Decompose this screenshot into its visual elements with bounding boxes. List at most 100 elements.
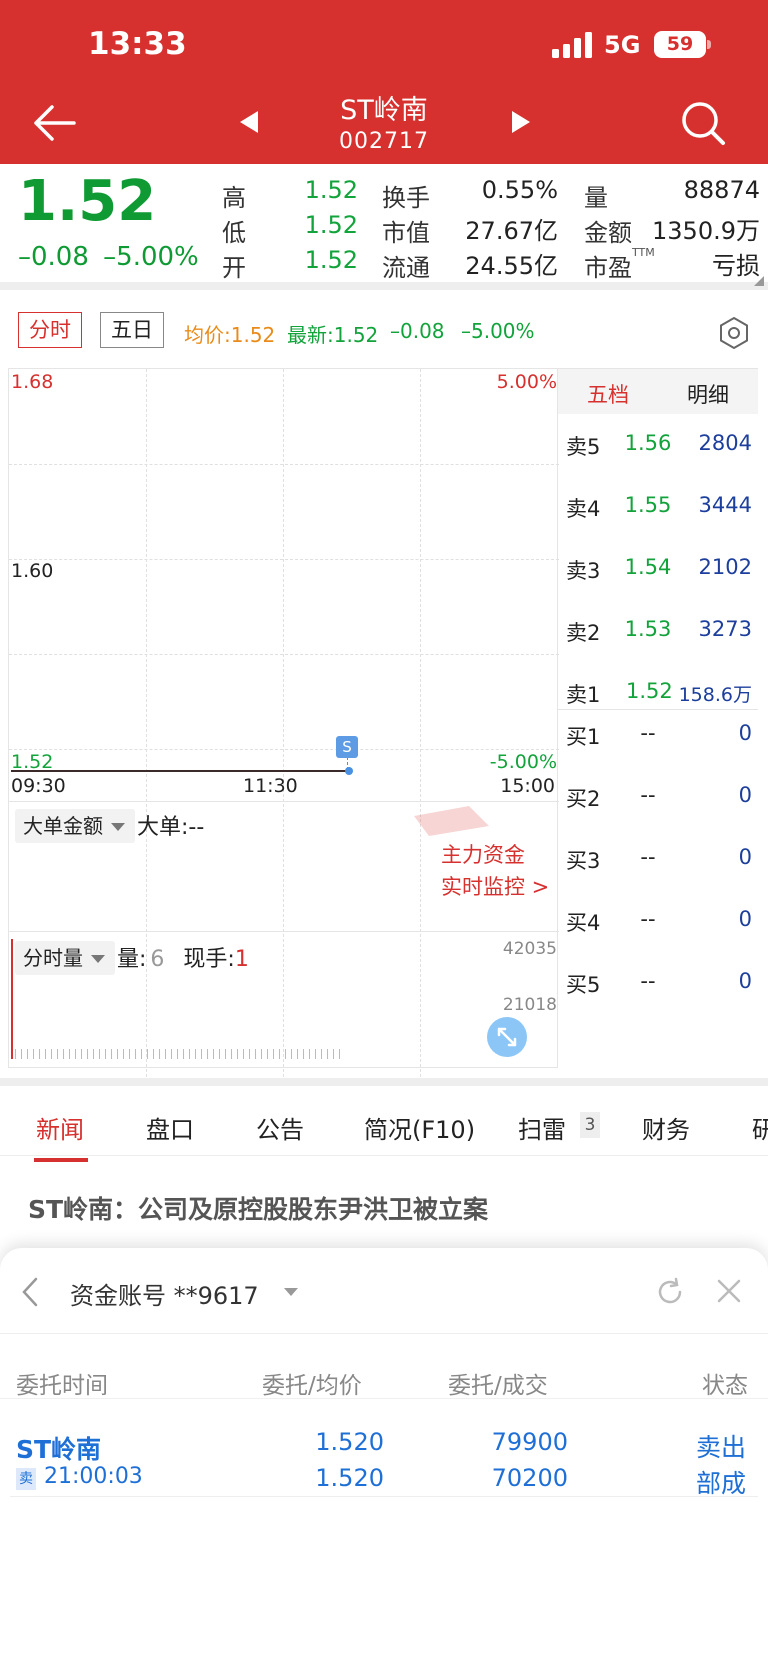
book-level: 卖3 [566,559,601,583]
grid-line [9,464,559,465]
tab-market[interactable]: 盘口 [146,1110,194,1145]
row-divider [0,1398,768,1399]
refresh-icon[interactable] [654,1276,686,1308]
next-stock-icon[interactable] [512,111,530,133]
megaphone-icon [414,806,489,836]
book-volume: 0 [738,721,752,745]
stat-value: 1.52 [304,211,358,239]
stat-value: 0.55% [481,176,558,204]
stock-code: 002717 [339,129,429,154]
book-volume: 3444 [698,493,752,517]
stat-label: 金额 [584,219,632,247]
prev-stock-icon[interactable] [240,111,258,133]
book-divider [558,709,758,710]
change-value: –0.08 [18,242,89,272]
stat-value: 1350.9万 [652,217,760,245]
book-level: 卖1 [566,683,601,707]
book-row: 卖5 1.56 2804 [558,431,758,471]
back-arrow-icon[interactable] [28,100,80,146]
fund-monitor-line2[interactable]: 实时监控 > [441,871,549,901]
book-volume: 0 [738,845,752,869]
quote-panel: 1.52 –0.08 –5.00% 高 1.52 低 1.52 开 1.52 换… [0,164,768,290]
book-price: 1.52 [626,679,673,703]
tab-five-level[interactable]: 五档 [558,379,658,409]
tab-five-day[interactable]: 五日 [100,312,164,348]
order-qty: 79900 [491,1428,568,1456]
chevron-left-icon[interactable] [20,1276,40,1308]
grid-line [9,749,559,750]
risk-scan-badge: 3 [580,1112,600,1138]
sell-marker[interactable]: S [336,736,358,758]
tab-news[interactable]: 新闻 [36,1110,84,1145]
book-tabs: 五档 明细 [558,369,758,414]
y-axis-top: 1.68 [11,371,54,393]
book-price: -- [640,969,656,993]
book-row: 买3 -- 0 [558,845,758,885]
stat-value: 1.52 [304,176,358,204]
book-level: 卖4 [566,497,601,521]
volume-info: 量: 6 现手:1 [117,941,249,973]
order-status: 卖出 [696,1433,747,1462]
volume-bars [15,1049,345,1059]
big-order-dropdown[interactable]: 大单金额 [15,809,135,843]
tab-detail[interactable]: 明细 [658,379,758,409]
book-row: 卖2 1.53 3273 [558,617,758,657]
volume-dropdown-label: 分时量 [23,946,83,970]
search-icon[interactable] [680,100,726,146]
x-tick: 11:30 [243,775,298,797]
settings-icon[interactable] [718,316,750,350]
book-row: 卖3 1.54 2102 [558,555,758,595]
last-price: 1.52 [18,169,157,234]
tab-profile[interactable]: 简况(F10) [364,1110,475,1145]
book-row: 卖4 1.55 3444 [558,493,758,533]
volume-dropdown[interactable]: 分时量 [15,941,115,975]
stat-label: 市值 [382,219,430,247]
tab-announcement[interactable]: 公告 [256,1110,304,1145]
book-volume: 158.6万 [678,684,752,706]
expand-corner-icon[interactable] [754,276,764,286]
book-price: 1.54 [624,555,672,579]
status-time: 13:33 [88,26,187,62]
book-row: 买5 -- 0 [558,969,758,1009]
fund-monitor-line1[interactable]: 主力资金 [441,839,525,869]
chevron-down-icon [111,823,125,831]
fullscreen-icon[interactable] [487,1017,527,1057]
account-dropdown-icon[interactable] [284,1288,298,1296]
hand-label: 现手: [183,947,235,972]
stat-label: 市盈TTM [584,246,655,283]
change-pct: –5.00% [103,242,199,272]
tab-finance[interactable]: 财务 [642,1110,690,1145]
stat-label: 开 [222,254,246,282]
stat-value: 88874 [683,176,760,204]
news-headline[interactable]: ST岭南：公司及原控股股东尹洪卫被立案 [28,1190,488,1226]
stat-value: 24.55亿 [465,252,558,280]
section-divider [9,931,559,932]
book-row: 买1 -- 0 [558,721,758,761]
book-price: -- [640,783,656,807]
sell-tag: 卖 [16,1468,36,1490]
stat-label: 高 [222,184,246,212]
tab-risk-scan[interactable]: 扫雷 [518,1110,566,1145]
tab-intraday[interactable]: 分时 [18,312,82,348]
vol-axis-mid: 21018 [502,995,557,1015]
grid-line [9,559,559,560]
col-header: 委托时间 [16,1373,108,1399]
close-icon[interactable] [716,1278,742,1304]
pct-axis-bottom: -5.00% [489,751,557,773]
book-row: 卖1 1.52 158.6万 [558,679,758,719]
book-price: 1.56 [624,431,672,455]
book-level: 买1 [566,725,601,749]
pct-axis-top: 5.00% [496,371,557,393]
header: 13:33 5G 59 ST岭南 002717 [0,0,768,164]
book-price: -- [640,721,656,745]
signal-icon [552,32,592,58]
stat-label: 低 [222,219,246,247]
tab-research[interactable]: 研 [752,1110,768,1145]
grid-line [9,654,559,655]
grid-line [420,369,421,1077]
col-header: 委托/成交 [448,1373,548,1399]
col-header: 状态 [702,1373,748,1399]
account-label[interactable]: 资金账号 **9617 [70,1276,259,1311]
big-order-dropdown-label: 大单金额 [23,814,103,838]
book-volume: 0 [738,783,752,807]
